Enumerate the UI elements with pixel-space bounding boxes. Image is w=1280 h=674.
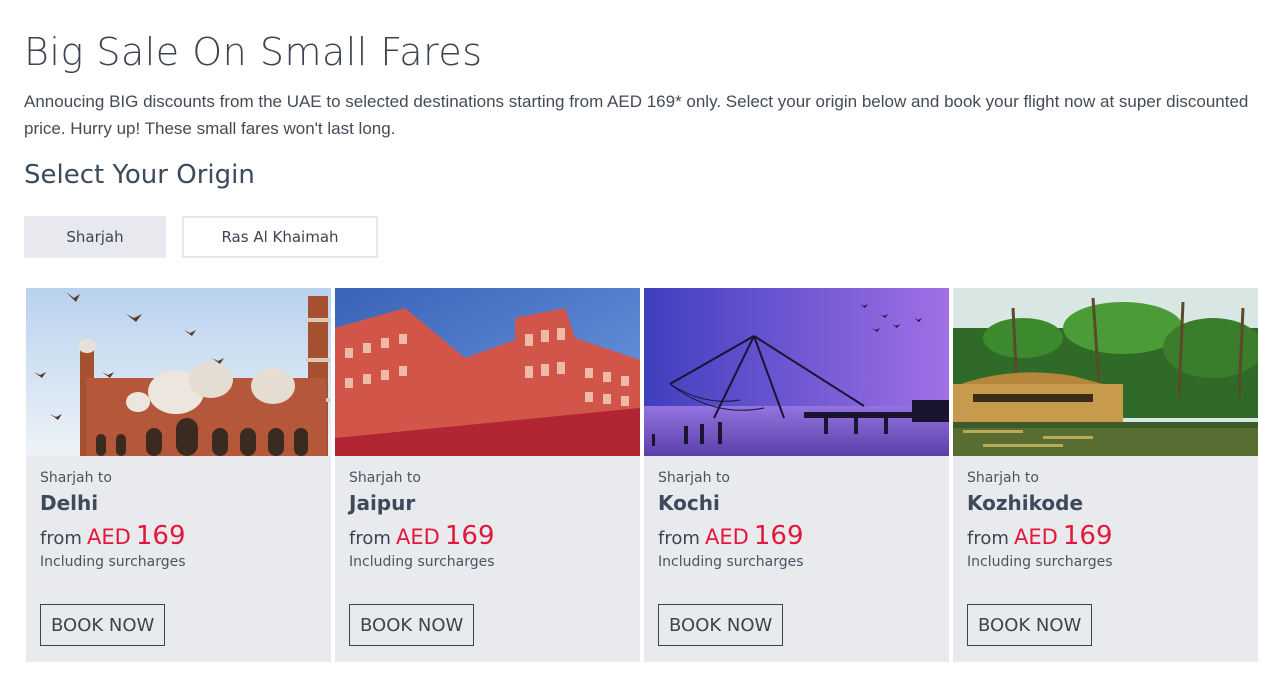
card-destination: Jaipur [349, 491, 416, 515]
price-amount: 169 [753, 521, 804, 551]
price-from-label: from [658, 528, 700, 549]
card-note: Including surcharges [658, 554, 804, 570]
card-price: from AED 169 [658, 521, 949, 551]
tab-sharjah[interactable]: Sharjah [24, 216, 166, 258]
price-amount: 169 [444, 521, 495, 551]
deal-cards: Sharjah to Delhi from AED 169 Including … [26, 288, 1258, 662]
book-now-button[interactable]: BOOK NOW [40, 604, 166, 646]
price-from-label: from [40, 528, 82, 549]
price-amount: 169 [135, 521, 186, 551]
card-origin-text: Sharjah to [40, 470, 112, 486]
price-from-label: from [349, 528, 391, 549]
price-currency: AED [1013, 525, 1058, 549]
price-amount: 169 [1062, 521, 1113, 551]
book-now-button[interactable]: BOOK NOW [658, 604, 784, 646]
card-note: Including surcharges [40, 554, 186, 570]
fishing-net-image[interactable] [644, 288, 949, 456]
tab-ras-al-khaimah[interactable]: Ras Al Khaimah [182, 216, 378, 258]
card-note: Including surcharges [349, 554, 495, 570]
mosque-image[interactable] [26, 288, 331, 456]
card-price: from AED 169 [40, 521, 331, 551]
card-price: from AED 169 [349, 521, 640, 551]
card-destination: Delhi [40, 491, 99, 515]
card-note: Including surcharges [967, 554, 1113, 570]
card-destination: Kochi [658, 491, 720, 515]
section-title: Select Your Origin [24, 160, 255, 190]
price-from-label: from [967, 528, 1009, 549]
deal-card-jaipur: Sharjah to Jaipur from AED 169 Including… [335, 288, 640, 662]
houseboat-image[interactable] [953, 288, 1258, 456]
card-origin-text: Sharjah to [658, 470, 730, 486]
palace-image[interactable] [335, 288, 640, 456]
card-price: from AED 169 [967, 521, 1258, 551]
book-now-button[interactable]: BOOK NOW [349, 604, 475, 646]
intro-text: Annoucing BIG discounts from the UAE to … [24, 92, 1249, 138]
book-now-button[interactable]: BOOK NOW [967, 604, 1093, 646]
price-currency: AED [395, 525, 440, 549]
price-currency: AED [704, 525, 749, 549]
page-title: Big Sale On Small Fares [24, 30, 483, 74]
card-origin-text: Sharjah to [967, 470, 1039, 486]
price-currency: AED [86, 525, 131, 549]
origin-tabs: Sharjah Ras Al Khaimah [24, 216, 378, 258]
deal-card-delhi: Sharjah to Delhi from AED 169 Including … [26, 288, 331, 662]
card-origin-text: Sharjah to [349, 470, 421, 486]
deal-card-kozhikode: Sharjah to Kozhikode from AED 169 Includ… [953, 288, 1258, 662]
card-destination: Kozhikode [967, 491, 1084, 515]
deal-card-kochi: Sharjah to Kochi from AED 169 Including … [644, 288, 949, 662]
